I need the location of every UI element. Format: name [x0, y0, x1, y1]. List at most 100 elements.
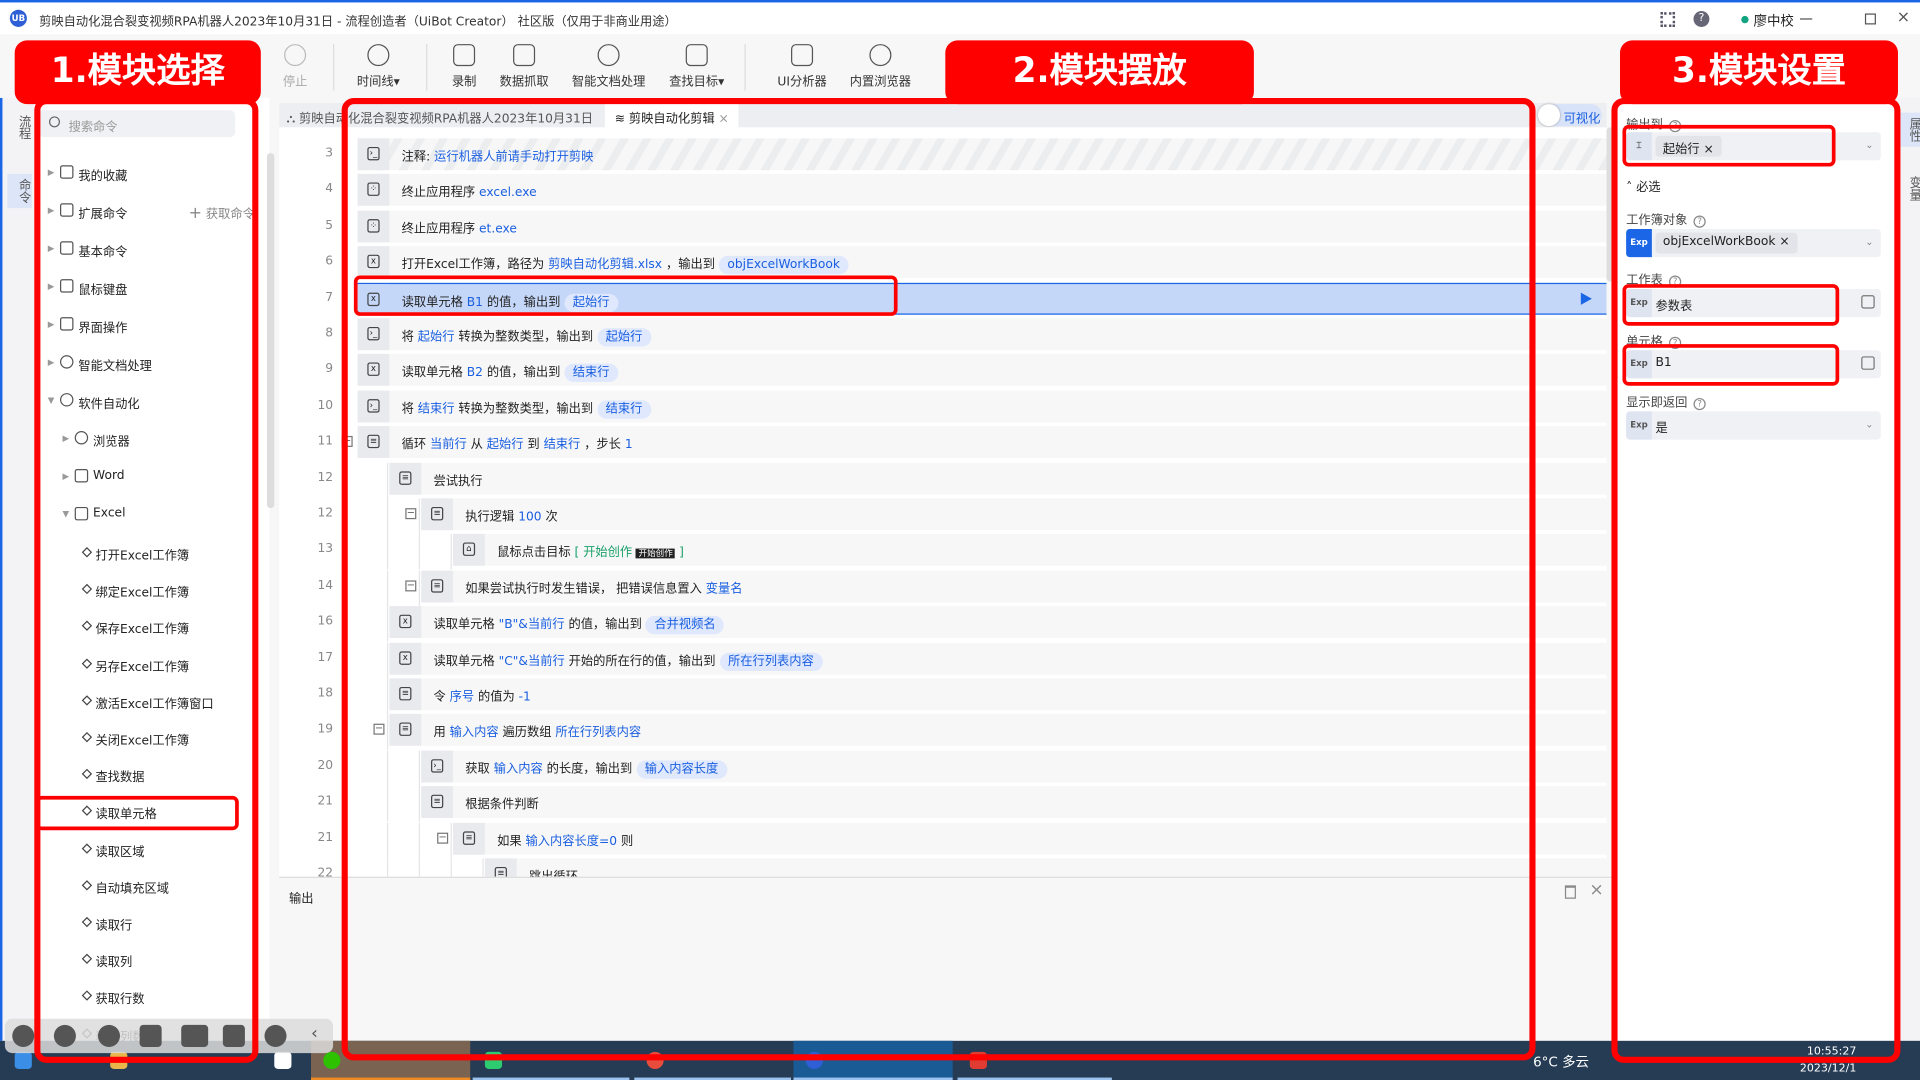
tab-close-icon[interactable]: × — [718, 113, 728, 126]
output-variable-chip[interactable]: objExcelWorkBook — [718, 256, 849, 275]
store-icon[interactable] — [274, 1051, 292, 1069]
taskbar-app-1[interactable] — [472, 1041, 630, 1080]
minimize-button[interactable] — [1800, 18, 1813, 20]
caret-right-icon[interactable]: ▶ — [62, 433, 69, 443]
taskbar-app-uibot[interactable] — [793, 1040, 953, 1080]
flow-step-row[interactable]: ≡ 跳出循环 — [484, 858, 1607, 877]
sheet-value[interactable]: 参数表 — [1656, 295, 1693, 313]
output-variable-chip[interactable]: 所在行列表内容 — [719, 652, 823, 671]
exp-toggle[interactable]: Exp — [1626, 228, 1652, 258]
step-parameter[interactable]: 起始行 — [418, 331, 455, 344]
return-value[interactable]: 是 — [1656, 418, 1668, 435]
output-variable-chip[interactable]: 起始行 — [564, 293, 619, 312]
pen-icon[interactable] — [97, 1024, 121, 1047]
taskbar-app-wechat[interactable] — [311, 1040, 471, 1080]
flow-step-row[interactable]: ≡ 尝试执行 — [389, 462, 1607, 495]
flow-step-row[interactable]: x 读取单元格 B1 的值，输出到 起始行 — [357, 282, 1607, 315]
toolbar-button-0[interactable]: 停止 — [252, 42, 338, 89]
step-parameter[interactable]: 1 — [625, 439, 633, 452]
step-parameter[interactable]: 起始行 — [487, 439, 524, 452]
required-section-toggle[interactable]: ˄ 必选 — [1626, 176, 1661, 194]
flow-step-row[interactable]: x 读取单元格 "C"&当前行 开始的所在行的值，输出到 所在行列表内容 — [389, 642, 1607, 675]
step-parameter[interactable]: 结束行 — [544, 439, 581, 452]
toolbar-button-5[interactable]: 查找目标▾ — [654, 42, 740, 89]
caret-right-icon[interactable]: ▶ — [48, 358, 55, 368]
caret-right-icon[interactable]: ▶ — [48, 244, 55, 254]
step-parameter[interactable]: 序号 — [450, 691, 474, 704]
step-parameter[interactable]: 所在行列表内容 — [555, 727, 641, 740]
edit-icon[interactable] — [1861, 295, 1875, 309]
back-icon[interactable] — [12, 1024, 35, 1047]
sheet-field[interactable]: Exp 参数表 — [1626, 288, 1881, 318]
flow-step-row[interactable]: ≡ 令 序号 的值为 -1 — [389, 678, 1607, 711]
exp-toggle[interactable]: Exp — [1626, 288, 1652, 318]
toolbar-button-6[interactable]: UI分析器 — [759, 42, 845, 89]
edit-icon[interactable] — [1861, 356, 1875, 370]
collapse-toggle[interactable]: − — [341, 436, 353, 448]
sidebar-category[interactable]: ▶ 界面操作 — [34, 313, 267, 337]
sidebar-command-item[interactable]: 自动填充区域 — [34, 874, 267, 898]
output-variable-chip[interactable]: 结束行 — [597, 400, 651, 419]
tab-main-flow[interactable]: ⛬ 剪映自动化混合裂变视频RPA机器人2023年10月31日 — [287, 108, 593, 126]
step-parameter[interactable]: -1 — [519, 691, 531, 704]
collapse-toggle[interactable]: − — [437, 832, 449, 844]
flow-step-row[interactable]: ›_ 将 结束行 转换为整数类型，输出到 结束行 — [357, 390, 1607, 423]
flow-step-row[interactable]: ≡ 根据条件判断 — [421, 786, 1607, 819]
workbook-field[interactable]: Exp objExcelWorkBook × ⌄ — [1626, 228, 1881, 258]
sidebar-category[interactable]: ▶ 鼠标键盘 — [34, 276, 267, 300]
play-icon[interactable] — [53, 1024, 76, 1047]
user-name[interactable]: 廖中校 — [1753, 11, 1793, 31]
exp-toggle[interactable]: Exp — [1626, 411, 1652, 440]
run-step-icon[interactable] — [1580, 292, 1592, 305]
sidebar-subcategory[interactable]: ▶ Word — [34, 465, 267, 489]
caret-right-icon[interactable]: ▶ — [48, 206, 55, 216]
collapse-toggle[interactable]: − — [405, 580, 417, 592]
step-parameter[interactable]: B1 — [467, 296, 483, 309]
sidebar-command-item[interactable]: 关闭Excel工作簿 — [34, 726, 267, 750]
sidebar-subcategory[interactable]: ▶ 浏览器 — [34, 427, 267, 451]
flow-step-row[interactable]: ›_ 注释: 运行机器人前请手动打开剪映 — [357, 138, 1607, 171]
step-parameter[interactable]: 变量名 — [706, 583, 743, 596]
close-output-icon[interactable]: × — [1589, 880, 1603, 900]
caret-right-icon[interactable]: ▶ — [48, 282, 55, 292]
output-variable-tag[interactable]: 起始行 × — [1655, 135, 1722, 157]
caret-right-icon[interactable]: ▶ — [48, 168, 55, 178]
tab-commands[interactable]: 命令 — [7, 173, 32, 209]
restore-button[interactable] — [1864, 13, 1876, 25]
sidebar-category[interactable]: ▶ 扩展命令 — [34, 200, 267, 224]
caret-right-icon[interactable]: ▶ — [62, 471, 69, 481]
return-field[interactable]: Exp 是 ⌄ — [1626, 411, 1881, 440]
help-icon[interactable]: ? — [1693, 215, 1706, 228]
toolbar-button-4[interactable]: 智能文档处理 — [566, 42, 652, 89]
sidebar-command-item[interactable]: 打开Excel工作簿 — [34, 541, 267, 565]
cell-field[interactable]: Exp B1 — [1626, 350, 1881, 379]
tab-subflow-active[interactable]: ≋ 剪映自动化剪辑 × — [604, 102, 739, 128]
toolbar-button-7[interactable]: 内置浏览器 — [838, 42, 924, 89]
caret-down-icon[interactable]: ▼ — [62, 509, 69, 519]
chevron-down-icon[interactable]: ⌄ — [1865, 419, 1873, 430]
flow-step-row[interactable]: x 打开Excel工作簿，路径为 剪映自动化剪辑.xlsx ，输出到 objExc… — [357, 246, 1607, 279]
step-parameter[interactable]: 100 — [518, 511, 541, 524]
flow-step-row[interactable]: ≡ 用 输入内容 遍历数组 所在行列表内容 — [389, 714, 1607, 747]
output-to-field[interactable]: ⌶ 起始行 × ⌄ — [1626, 132, 1881, 161]
sidebar-command-item[interactable]: 保存Excel工作簿 — [34, 615, 267, 639]
output-variable-chip[interactable]: 输入内容长度 — [636, 760, 727, 779]
tab-properties[interactable]: 属性 — [1897, 112, 1920, 147]
visualize-toggle[interactable]: 可视化 — [1537, 104, 1602, 127]
flow-step-row[interactable]: ≡ 如果尝试执行时发生错误， 把错误信息置入 变量名 — [421, 570, 1607, 603]
flow-step-row[interactable]: ⌂ 鼠标点击目标 [ 开始创作 开始创作 ] — [453, 534, 1607, 567]
sidebar-scrollbar[interactable] — [266, 153, 275, 509]
sidebar-command-item[interactable]: 查找数据 — [34, 763, 267, 787]
help-icon[interactable]: ? — [1693, 11, 1710, 27]
exp-toggle[interactable]: Exp — [1626, 350, 1652, 379]
sidebar-category[interactable]: ▶ 我的收藏 — [34, 162, 267, 186]
search-input[interactable]: 搜索命令 — [39, 110, 236, 138]
toolbar-button-3[interactable]: 数据抓取 — [481, 42, 567, 89]
more-icon[interactable] — [264, 1024, 287, 1047]
help-icon[interactable]: ? — [1668, 336, 1682, 349]
help-icon[interactable]: ? — [1668, 275, 1682, 288]
start-icon[interactable] — [14, 1051, 32, 1069]
sidebar-command-item[interactable]: 读取列 — [34, 948, 267, 972]
sidebar-command-item[interactable]: 读取单元格 — [34, 800, 267, 824]
sidebar-subcategory[interactable]: ▼ Excel — [34, 503, 267, 527]
